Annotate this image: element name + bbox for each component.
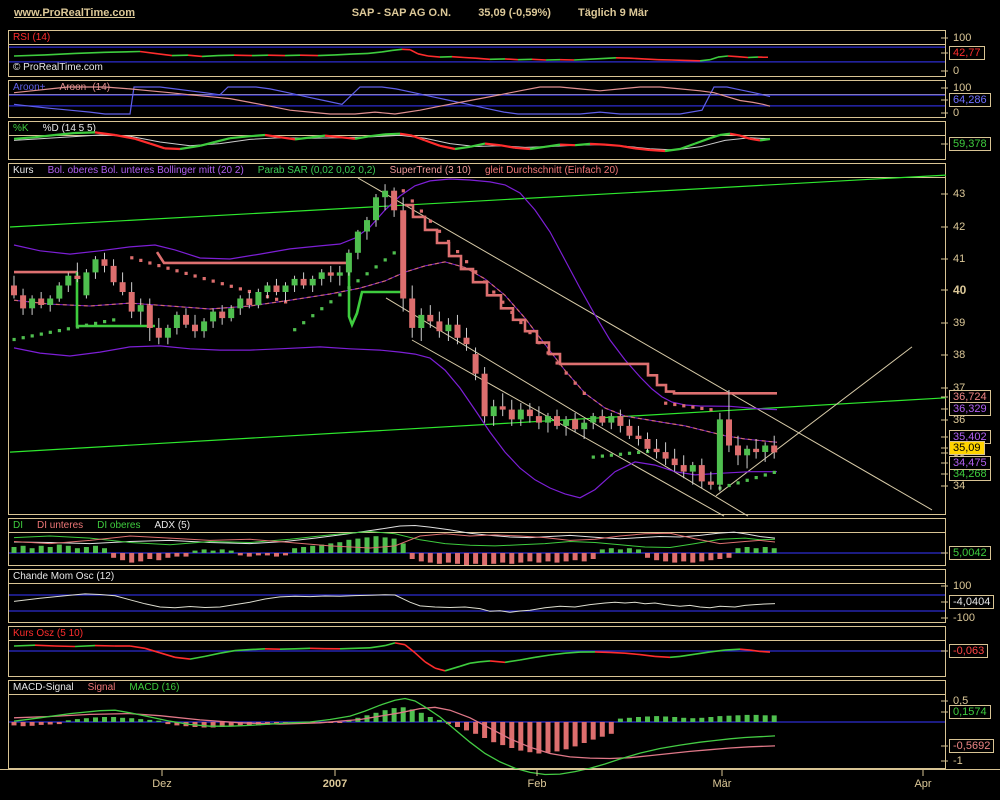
- panel-osz-indicator-labels: Kurs Osz (5 10): [13, 628, 97, 639]
- indicator-value-box: 59,378: [949, 137, 991, 151]
- title-bar: www.ProRealTime.com SAP - SAP AG O.N. 35…: [0, 0, 1000, 28]
- quote-value: 35,09 (-0,59%): [478, 7, 551, 19]
- panel-price-chart[interactable]: Kurs Bol. oberes Bol. unteres Bollinger m…: [8, 163, 946, 515]
- axis-tick-label: 42: [953, 221, 965, 233]
- indicator-label: SuperTrend (3 10): [390, 165, 471, 176]
- indicator-value-box: 34,475: [949, 456, 991, 470]
- month-label-Mär: Mär: [713, 778, 732, 790]
- axis-tick-label: -100: [953, 612, 975, 624]
- label-separator: [9, 44, 945, 45]
- indicator-value-box: 36,329: [949, 402, 991, 416]
- axis-tick-label: 0: [953, 65, 959, 77]
- indicator-value-box: -0,063: [949, 644, 988, 658]
- indicator-label: DI oberes: [97, 520, 140, 531]
- month-label-Apr: Apr: [914, 778, 931, 790]
- month-label-2007: 2007: [323, 778, 347, 790]
- indicator-label: RSI (14): [13, 32, 50, 43]
- panel-aroon[interactable]: Aroon+ Aroon- (14): [8, 80, 946, 118]
- axis-tick-label: 39: [953, 317, 965, 329]
- indicator-label: gleit Durchschnitt (Einfach 20): [485, 165, 618, 176]
- panel-di-indicator-labels: DI DI unteres DI oberes ADX (5): [13, 520, 204, 531]
- symbol-name: SAP - SAP AG O.N.: [352, 7, 451, 19]
- right-axis-gutter: 10042,77010064,286059,378434241403938373…: [946, 0, 1000, 800]
- month-label-Dez: Dez: [152, 778, 172, 790]
- indicator-label: Aroon+: [13, 82, 46, 93]
- indicator-label: Aroon- (14): [60, 82, 111, 93]
- indicator-label: %K: [13, 123, 29, 134]
- chart-title: SAP - SAP AG O.N. 35,09 (-0,59%) Täglich…: [0, 7, 1000, 19]
- panel-macd-indicator-labels: MACD-Signal Signal MACD (16): [13, 682, 193, 693]
- axis-tick-label: 40: [953, 283, 966, 297]
- panel-chande-mom-osc[interactable]: Chande Mom Osc (12): [8, 569, 946, 623]
- label-separator: [9, 94, 945, 95]
- indicator-label: ADX (5): [155, 520, 191, 531]
- indicator-label: Bol. oberes Bol. unteres Bollinger mitt …: [48, 165, 244, 176]
- panel-adx-di[interactable]: DI DI unteres DI oberes ADX (5): [8, 518, 946, 566]
- copyright-watermark: © ProRealTime.com: [13, 62, 103, 73]
- indicator-value-box: 5,0042: [949, 546, 991, 560]
- indicator-label: Signal: [88, 682, 116, 693]
- panel-kurs-indicator-labels: Kurs Bol. oberes Bol. unteres Bollinger m…: [13, 165, 632, 176]
- axis-tick-label: 38: [953, 349, 965, 361]
- prorealtime-window: www.ProRealTime.com SAP - SAP AG O.N. 35…: [0, 0, 1000, 800]
- panel-stochastic[interactable]: %K %D (14 5 5): [8, 121, 946, 160]
- axis-tick-label: 43: [953, 188, 965, 200]
- indicator-label: Chande Mom Osc (12): [13, 571, 114, 582]
- indicator-label: MACD-Signal: [13, 682, 74, 693]
- axis-tick-label: 41: [953, 253, 965, 265]
- indicator-label: %D (14 5 5): [43, 123, 96, 134]
- panel-stoch-indicator-labels: %K %D (14 5 5): [13, 123, 110, 134]
- panel-rsi[interactable]: RSI (14): [8, 30, 946, 77]
- indicator-label: Kurs: [13, 165, 34, 176]
- indicator-value-box: 42,77: [949, 46, 985, 60]
- axis-tick-label: 100: [953, 580, 971, 592]
- indicator-value-box: 64,286: [949, 93, 991, 107]
- indicator-value-box: -0,5692: [949, 739, 994, 753]
- indicator-value-box: -4,0404: [949, 595, 994, 609]
- axis-tick-label: -1: [953, 755, 963, 767]
- label-separator: [9, 694, 945, 695]
- indicator-label: MACD (16): [129, 682, 179, 693]
- axis-tick-label: 34: [953, 480, 965, 492]
- panel-rsi-indicator-labels: RSI (14): [13, 32, 64, 43]
- indicator-label: Kurs Osz (5 10): [13, 628, 83, 639]
- indicator-label: DI unteres: [37, 520, 83, 531]
- panel-macd[interactable]: MACD-Signal Signal MACD (16): [8, 680, 946, 769]
- timeframe-date: Täglich 9 Mär: [578, 7, 648, 19]
- label-separator: [9, 532, 945, 533]
- label-separator: [9, 583, 945, 584]
- indicator-label: Parab SAR (0,02 0,02 0,2): [258, 165, 376, 176]
- month-label-Feb: Feb: [528, 778, 547, 790]
- panel-kurs-osz[interactable]: Kurs Osz (5 10): [8, 626, 946, 677]
- indicator-value-box: 0,1574: [949, 705, 991, 719]
- label-separator: [9, 177, 945, 178]
- label-separator: [9, 135, 945, 136]
- axis-tick-label: 0: [953, 107, 959, 119]
- axis-tick-label: 100: [953, 32, 971, 44]
- panel-chande-indicator-labels: Chande Mom Osc (12): [13, 571, 128, 582]
- panel-aroon-indicator-labels: Aroon+ Aroon- (14): [13, 82, 124, 93]
- indicator-label: DI: [13, 520, 23, 531]
- last-price-box: 35,09: [949, 441, 985, 455]
- label-separator: [9, 640, 945, 641]
